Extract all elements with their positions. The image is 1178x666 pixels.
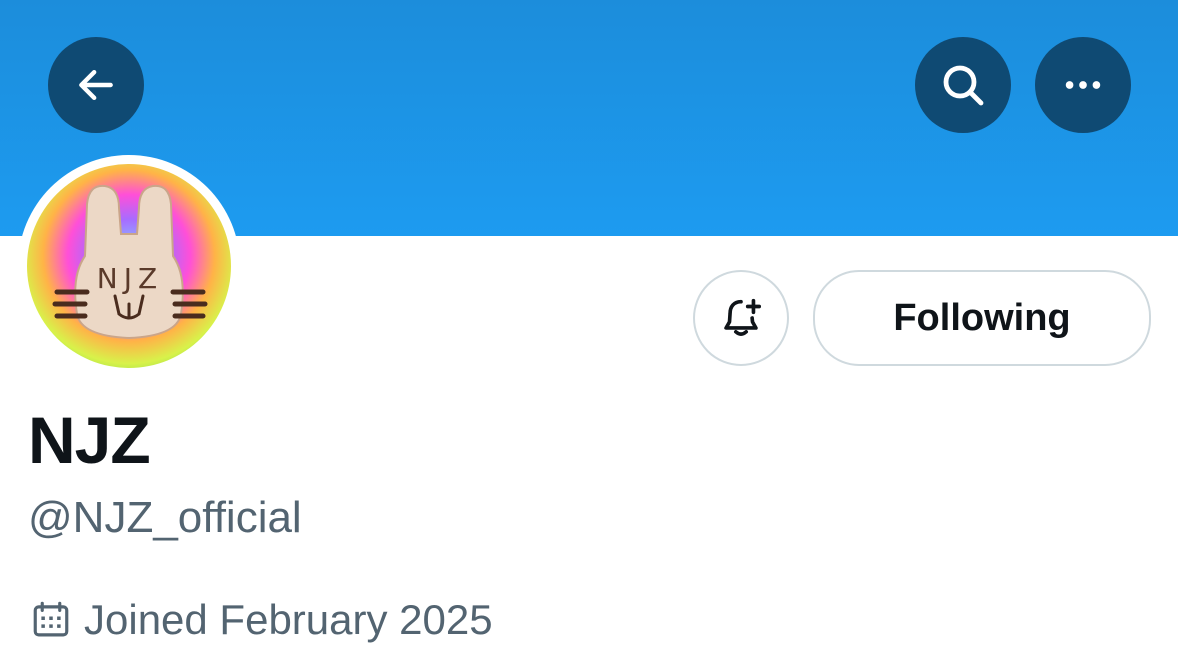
more-horizontal-icon [1065, 81, 1101, 89]
search-button[interactable] [915, 37, 1011, 133]
bell-plus-icon [724, 298, 762, 336]
profile-display-name: NJZ [28, 403, 151, 477]
profile-handle: @NJZ_official [28, 493, 302, 542]
profile-page: NJZ Following NJZ @NJZ_official Joined F… [0, 0, 1178, 666]
joined-date: Joined February 2025 [84, 596, 493, 643]
search-icon [943, 65, 984, 106]
joined-date-row: Joined February 2025 [30, 592, 493, 648]
avatar[interactable]: NJZ [18, 155, 240, 377]
more-options-button[interactable] [1035, 37, 1131, 133]
following-button[interactable]: Following [813, 270, 1151, 366]
arrow-left-icon [79, 69, 113, 101]
following-label: Following [893, 296, 1071, 339]
calendar-icon [30, 599, 72, 641]
notifications-button[interactable] [693, 270, 789, 366]
back-button[interactable] [48, 37, 144, 133]
avatar-image: NJZ [27, 164, 231, 368]
avatar-lettering: NJZ [97, 262, 163, 295]
